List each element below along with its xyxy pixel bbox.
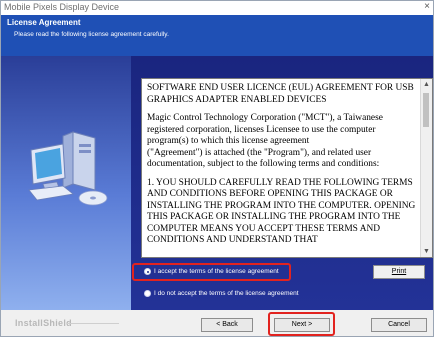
- accept-highlight: [132, 263, 291, 281]
- scroll-thumb[interactable]: [423, 93, 429, 127]
- scroll-down-arrow-icon[interactable]: ▼: [423, 248, 430, 255]
- window-title: Mobile Pixels Display Device: [4, 2, 120, 12]
- license-text-box[interactable]: SOFTWARE END USER LICENCE (EUL) AGREEMEN…: [141, 78, 433, 258]
- license-paragraph-attached: ("Agreement") is attached (the "Program"…: [147, 147, 380, 170]
- license-paragraph-terms: 1. YOU SHOULD CAREFULLY READ THE FOLLOWI…: [147, 177, 416, 246]
- side-graphic-panel: [1, 56, 131, 310]
- decline-radio[interactable]: [144, 290, 151, 297]
- page-subtitle: Please read the following license agreem…: [14, 31, 169, 38]
- next-highlight: [268, 312, 335, 336]
- license-text: SOFTWARE END USER LICENCE (EUL) AGREEMEN…: [147, 83, 419, 254]
- installer-window: Mobile Pixels Display Device × License A…: [0, 0, 434, 337]
- close-icon[interactable]: ×: [424, 1, 430, 12]
- wizard-header: License Agreement Please read the follow…: [1, 15, 433, 56]
- back-button[interactable]: < Back: [201, 318, 253, 332]
- page-title: License Agreement: [7, 18, 81, 27]
- title-bar: Mobile Pixels Display Device ×: [1, 1, 433, 15]
- footer-divider: [67, 323, 119, 324]
- cancel-button[interactable]: Cancel: [371, 318, 427, 332]
- scroll-up-arrow-icon[interactable]: ▲: [423, 81, 430, 88]
- license-paragraph-heading: SOFTWARE END USER LICENCE (EUL) AGREEMEN…: [147, 83, 414, 105]
- decline-label: I do not accept the terms of the license…: [154, 290, 299, 297]
- print-button[interactable]: Print: [373, 265, 425, 279]
- decline-option[interactable]: I do not accept the terms of the license…: [144, 290, 299, 297]
- license-scrollbar[interactable]: ▲ ▼: [420, 79, 432, 257]
- computer-icon: [28, 131, 108, 206]
- print-label: Print: [391, 268, 407, 275]
- license-paragraph-intro: Magic Control Technology Corporation ("M…: [147, 113, 383, 146]
- installshield-brand: InstallShield: [15, 318, 72, 328]
